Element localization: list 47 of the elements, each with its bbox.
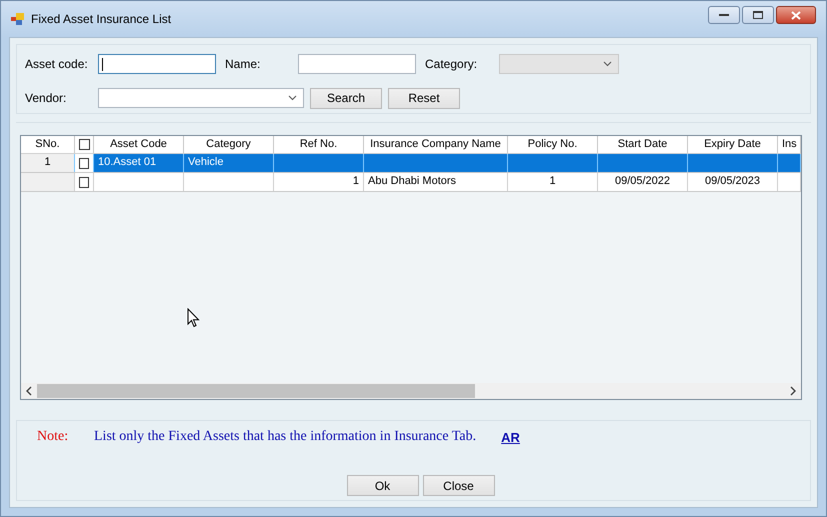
filter-button[interactable]: Reset — [388, 88, 460, 108]
table-row[interactable]: 1 Abu Dhabi Motors 1 09/05/2022 09/05/2023 — [21, 173, 801, 192]
note-label: Note: — [37, 429, 70, 445]
header-checkbox[interactable] — [78, 139, 90, 150]
column-header[interactable]: Ins — [778, 136, 801, 153]
table-cell: 09/05/2023 — [704, 175, 760, 187]
category-label: Category: — [425, 57, 478, 71]
column-header[interactable]: SNo. — [21, 136, 75, 153]
table-cell: Abu Dhabi Motors — [368, 175, 456, 187]
table-cell: 1 — [44, 156, 51, 168]
table-cell: Vehicle — [188, 156, 224, 168]
name-label: Name: — [225, 57, 262, 71]
vendor-label: Vendor: — [25, 91, 68, 105]
filter-button[interactable]: Search — [310, 88, 382, 108]
app-icon — [11, 13, 25, 25]
mouse-pointer-icon — [187, 308, 200, 328]
table-cell: 09/05/2022 — [614, 175, 670, 187]
column-header[interactable]: Category — [184, 136, 274, 153]
column-header[interactable]: Ref No. — [274, 136, 364, 153]
row-checkbox[interactable] — [79, 158, 89, 168]
column-header[interactable]: Expiry Date — [688, 136, 778, 153]
column-header[interactable]: Asset Code — [94, 136, 184, 153]
close-icon — [791, 10, 801, 20]
row-checkbox[interactable] — [79, 176, 89, 188]
table-cell: 1 — [352, 175, 359, 187]
column-header[interactable]: Insurance Company Name — [364, 136, 508, 153]
asset-code-label: Asset code: — [25, 57, 89, 71]
maximize-button[interactable] — [742, 6, 774, 24]
maximize-icon — [753, 11, 763, 19]
asset-code-field[interactable] — [98, 54, 216, 74]
name-field[interactable] — [298, 54, 416, 74]
close-button[interactable] — [776, 6, 816, 24]
chevron-down-icon — [288, 95, 297, 101]
table-row[interactable]: 1 10.Asset 01 Vehicle — [21, 154, 801, 173]
note-text: List only the Fixed Assets that has the information in Insurance Tab. — [94, 429, 476, 445]
ar-link[interactable]: AR — [501, 430, 520, 444]
dialog-button[interactable]: Ok — [346, 475, 418, 496]
column-header[interactable]: Policy No. — [508, 136, 598, 153]
column-header[interactable]: Start Date — [598, 136, 688, 153]
minimize-icon — [719, 13, 729, 17]
chevron-down-icon — [603, 61, 612, 67]
minimize-button[interactable] — [708, 6, 740, 24]
table-cell: 1 — [549, 175, 556, 187]
table-cell: 10.Asset 01 — [98, 156, 156, 168]
dialog-button[interactable]: Close — [422, 475, 494, 496]
horizontal-scrollbar[interactable] — [21, 383, 801, 399]
window-title: Fixed Asset Insurance List — [31, 12, 172, 26]
